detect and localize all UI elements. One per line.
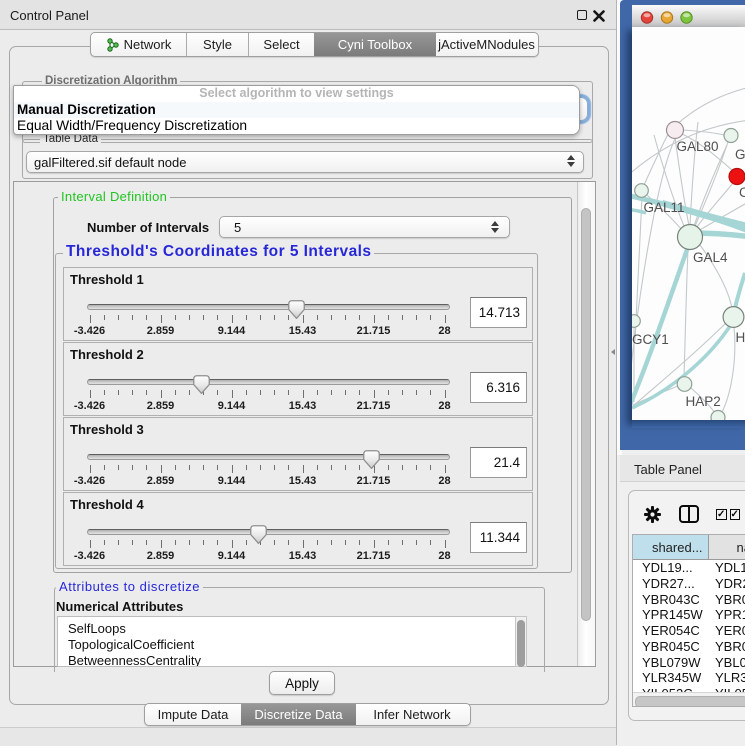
svg-text:GAL80: GAL80 bbox=[677, 139, 719, 154]
svg-text:HAP2: HAP2 bbox=[686, 394, 721, 409]
svg-text:C: C bbox=[739, 185, 745, 200]
svg-text:GA: GA bbox=[735, 147, 745, 162]
svg-text:GAL11: GAL11 bbox=[644, 200, 685, 215]
svg-text:GAL4: GAL4 bbox=[693, 250, 728, 265]
svg-text:H: H bbox=[736, 330, 745, 345]
svg-text:GCY1: GCY1 bbox=[632, 332, 669, 347]
